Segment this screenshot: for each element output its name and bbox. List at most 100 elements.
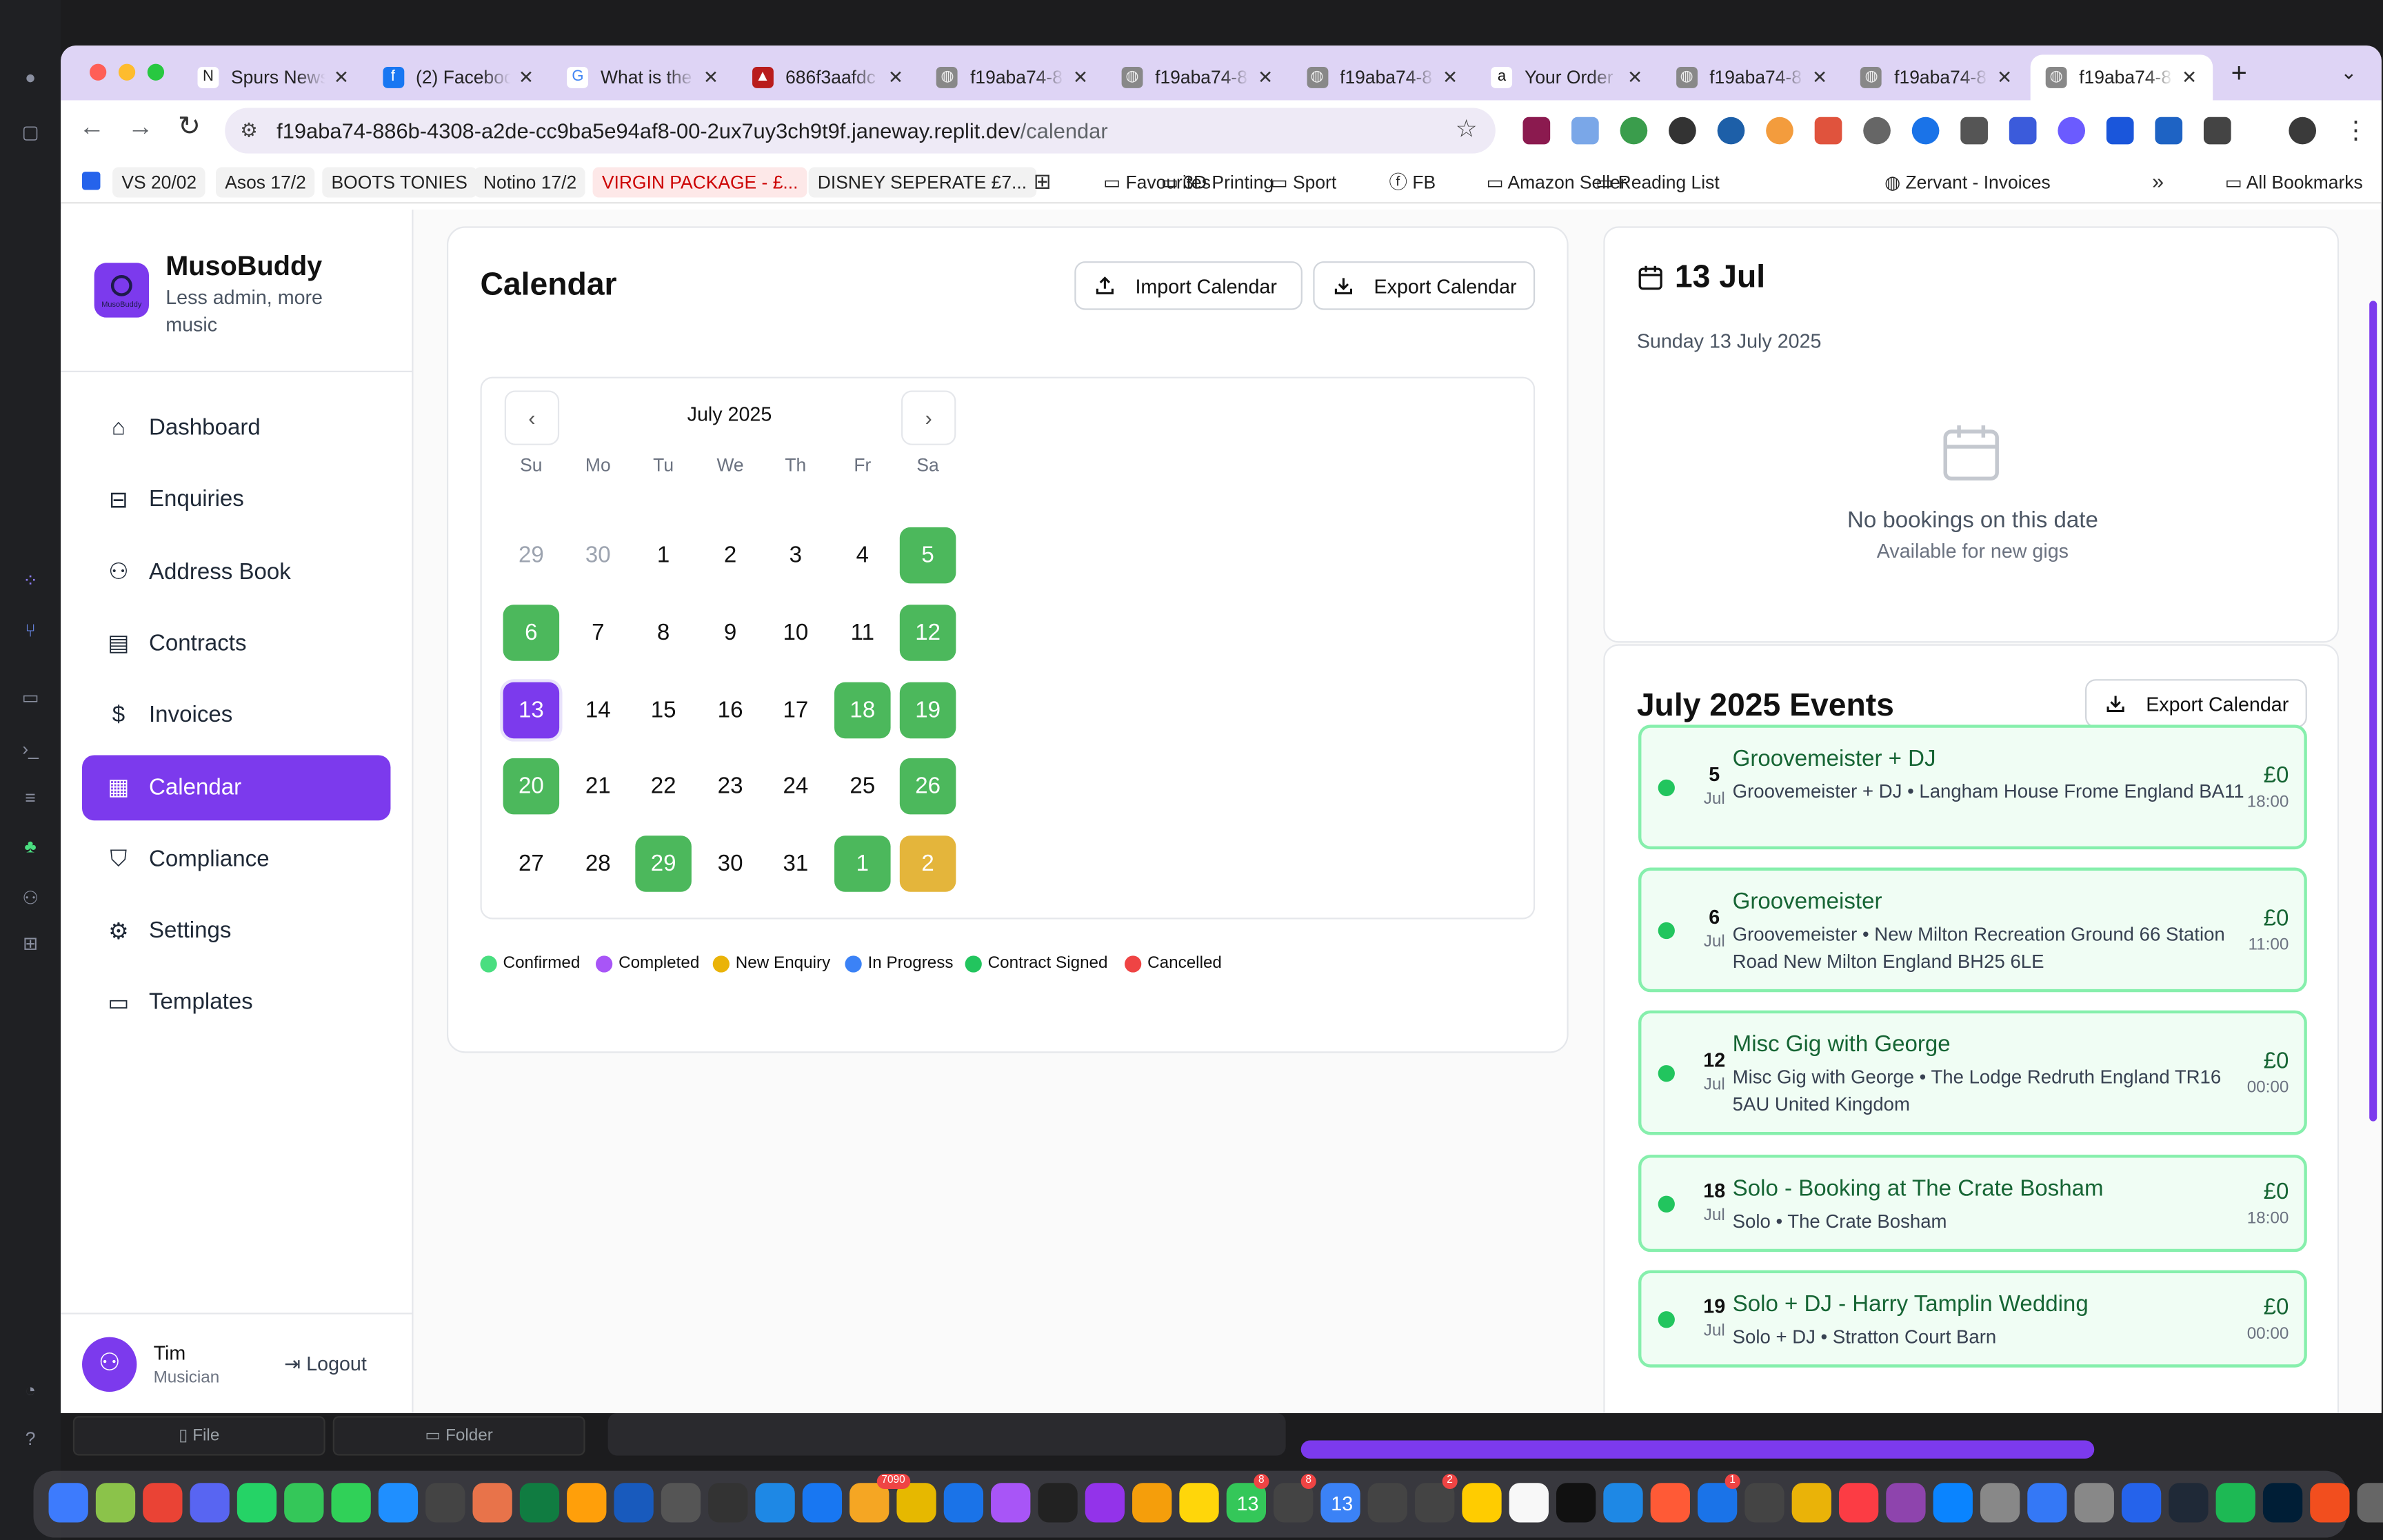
dock-app-icon[interactable] bbox=[2169, 1483, 2209, 1523]
maximize-window-button[interactable] bbox=[147, 63, 165, 81]
calendar-day[interactable]: 20 bbox=[503, 758, 560, 815]
sidebar-item-settings[interactable]: ⚙ Settings bbox=[82, 898, 390, 964]
dock-app-icon[interactable] bbox=[1603, 1483, 1643, 1523]
calendar-day[interactable]: 12 bbox=[899, 604, 956, 661]
browser-tab[interactable]: f (2) Facebook ✕ bbox=[367, 54, 549, 100]
dock-app-icon[interactable] bbox=[661, 1483, 701, 1523]
calendar-day[interactable]: 3 bbox=[767, 527, 824, 584]
next-month-button[interactable]: › bbox=[901, 390, 956, 445]
event-card[interactable]: 5 Jul Groovemeister + DJ Groovemeister + DJ… bbox=[1638, 725, 2307, 850]
close-window-button[interactable] bbox=[90, 63, 107, 81]
extensions-puzzle-icon[interactable] bbox=[2203, 116, 2231, 145]
dock-app-icon[interactable] bbox=[1367, 1483, 1407, 1523]
calendar-day[interactable]: 22 bbox=[635, 759, 692, 815]
database-icon[interactable]: ≡ bbox=[18, 787, 42, 809]
back-icon[interactable]: ← bbox=[79, 112, 105, 143]
tab-search-icon[interactable]: ⌄ bbox=[2340, 61, 2357, 85]
bookmark-app-icon[interactable] bbox=[82, 172, 101, 190]
calendar-day[interactable]: 16 bbox=[702, 682, 758, 738]
browser-tab[interactable]: ◍ f19aba74-8 ✕ bbox=[1291, 54, 1474, 100]
extension-b-icon[interactable] bbox=[2106, 116, 2134, 145]
close-tab-icon[interactable]: ✕ bbox=[1442, 67, 1458, 88]
sidebar-item-address-book[interactable]: ⚇ Address Book bbox=[82, 539, 390, 605]
dock-app-icon[interactable] bbox=[1838, 1483, 1879, 1523]
browser-tab[interactable]: ◍ f19aba74-8 ✕ bbox=[1661, 54, 1843, 100]
sidebar-item-enquiries[interactable]: ⊟ Enquiries bbox=[82, 467, 390, 532]
browser-tab[interactable]: G What is the ✕ bbox=[552, 54, 734, 100]
event-card[interactable]: 6 Jul Groovemeister Groovemeister • New Mil… bbox=[1638, 867, 2307, 993]
calendar-day[interactable]: 17 bbox=[767, 682, 824, 738]
dock-app-icon[interactable] bbox=[1556, 1483, 1596, 1523]
calendar-day[interactable]: 8 bbox=[635, 605, 692, 661]
browser-tab[interactable]: N Spurs News ✕ bbox=[182, 54, 364, 100]
calendar-day[interactable]: 31 bbox=[767, 836, 824, 893]
extension-folder-blue-icon[interactable] bbox=[2009, 116, 2037, 145]
new-tab-button[interactable]: + bbox=[2231, 58, 2247, 90]
file-button[interactable]: ▯ File bbox=[72, 1416, 325, 1456]
bookmark-item[interactable]: ◍ Zervant - Invoices bbox=[1876, 167, 2060, 197]
dock-app-icon[interactable] bbox=[2027, 1483, 2067, 1523]
dock-app-icon[interactable] bbox=[143, 1483, 183, 1523]
bookmark-item[interactable]: BOOTS TONIES bbox=[322, 167, 477, 198]
url-bar[interactable]: ⚙ f19aba74-886b-4308-a2de-cc9ba5e94af8-0… bbox=[225, 108, 1496, 154]
bookmark-item[interactable]: Asos 17/2 bbox=[215, 167, 316, 198]
extension-orange-icon[interactable] bbox=[1766, 116, 1793, 145]
dock-app-icon[interactable] bbox=[1933, 1483, 1973, 1523]
avatar[interactable]: ⚇ bbox=[82, 1337, 137, 1392]
dock-app-icon[interactable] bbox=[2357, 1483, 2383, 1523]
dock-app-icon[interactable] bbox=[237, 1483, 277, 1523]
sidebar-item-compliance[interactable]: ⛉ Compliance bbox=[82, 827, 390, 892]
extension-bars-icon[interactable] bbox=[2155, 116, 2183, 145]
calendar-day[interactable]: 1 bbox=[834, 835, 891, 893]
close-tab-icon[interactable]: ✕ bbox=[334, 67, 349, 88]
calendar-day[interactable]: 26 bbox=[899, 758, 956, 815]
browser-tab[interactable]: ◍ f19aba74-8 ✕ bbox=[922, 54, 1104, 100]
dock-app-icon[interactable] bbox=[1038, 1483, 1078, 1523]
close-tab-icon[interactable]: ✕ bbox=[1073, 67, 1088, 88]
extension-check-icon[interactable] bbox=[1669, 116, 1696, 145]
calendar-day[interactable]: 2 bbox=[899, 835, 956, 893]
dock-app-icon[interactable] bbox=[802, 1483, 843, 1523]
files-icon[interactable]: ▢ bbox=[18, 121, 42, 143]
tree-icon[interactable]: ♣ bbox=[18, 835, 42, 857]
event-card[interactable]: 19 Jul Solo + DJ - Harry Tamplin Wedding So… bbox=[1638, 1270, 2307, 1368]
dock-app-icon[interactable] bbox=[1509, 1483, 1549, 1523]
browser-tab[interactable]: ◍ f19aba74-8 ✕ bbox=[1846, 54, 2028, 100]
dock-app-icon[interactable] bbox=[190, 1483, 230, 1523]
calendar-day[interactable]: 21 bbox=[570, 759, 627, 815]
grid-dots-icon[interactable]: ⁘ bbox=[18, 570, 42, 591]
calendar-day[interactable]: 7 bbox=[570, 605, 627, 661]
extension-gear-icon[interactable] bbox=[2058, 116, 2086, 145]
user-plus-icon[interactable]: ⚇ bbox=[18, 887, 42, 909]
dock-app-icon[interactable] bbox=[708, 1483, 748, 1523]
calendar-day[interactable]: 2 bbox=[702, 527, 758, 584]
apps-icon[interactable]: ⊞ bbox=[18, 933, 42, 954]
event-card[interactable]: 12 Jul Misc Gig with George Misc Gig with G… bbox=[1638, 1010, 2307, 1135]
extension-download-icon[interactable] bbox=[1863, 116, 1891, 145]
dock-app-icon[interactable] bbox=[1886, 1483, 1926, 1523]
browser-tab[interactable]: ◍ f19aba74-8 ✕ bbox=[1107, 54, 1289, 100]
extension-chart-icon[interactable] bbox=[1571, 116, 1599, 145]
import-calendar-button[interactable]: Import Calendar bbox=[1074, 261, 1303, 310]
calendar-day[interactable]: 5 bbox=[899, 527, 956, 584]
browser-tab[interactable]: a Your Order ✕ bbox=[1476, 54, 1658, 100]
monitor-icon[interactable]: ▭ bbox=[18, 687, 42, 708]
branch-icon[interactable]: ⑂ bbox=[18, 620, 42, 641]
help-icon[interactable]: ? bbox=[18, 1428, 42, 1450]
calendar-day[interactable]: 29 bbox=[635, 835, 692, 893]
dock-app-icon[interactable] bbox=[378, 1483, 419, 1523]
dock-app-icon[interactable] bbox=[1179, 1483, 1219, 1523]
dock-app-icon[interactable] bbox=[755, 1483, 795, 1523]
close-tab-icon[interactable]: ✕ bbox=[888, 67, 903, 88]
bookmark-item[interactable]: VS 20/02 bbox=[112, 167, 206, 198]
calendar-day[interactable]: 18 bbox=[834, 681, 891, 738]
calendar-day[interactable]: 4 bbox=[834, 527, 891, 584]
sidebar-item-templates[interactable]: ▭ Templates bbox=[82, 970, 390, 1035]
calendar-day[interactable]: 30 bbox=[570, 527, 627, 584]
minimize-window-button[interactable] bbox=[118, 63, 136, 81]
calendar-day[interactable]: 25 bbox=[834, 759, 891, 815]
calendar-day[interactable]: 19 bbox=[899, 681, 956, 738]
dock-app-icon[interactable] bbox=[331, 1483, 371, 1523]
close-tab-icon[interactable]: ✕ bbox=[519, 67, 534, 88]
more-bookmarks-icon[interactable]: » bbox=[2152, 169, 2164, 193]
